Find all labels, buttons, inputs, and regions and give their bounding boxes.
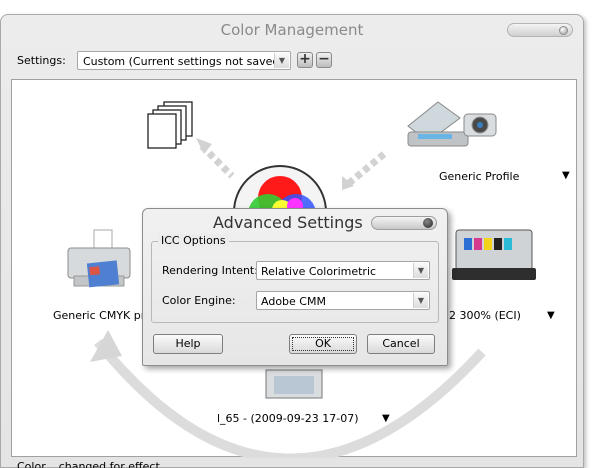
advanced-settings-dialog: Advanced Settings ICC Options Rendering … [142, 208, 448, 366]
rendering-intent-label: Rendering Intent: [162, 264, 258, 277]
rendering-intent-value: Relative Colorimetric [261, 265, 377, 278]
close-button[interactable] [507, 23, 573, 37]
monitor-icon[interactable] [265, 369, 323, 399]
close-icon [423, 218, 433, 228]
remove-preset-button[interactable]: − [316, 52, 332, 68]
settings-value: Custom (Current settings not saved) [83, 55, 284, 68]
close-icon [559, 26, 568, 35]
document-stack-icon[interactable] [147, 101, 193, 149]
proof-profile-dropdown[interactable]: ▼ [547, 310, 555, 321]
monitor-profile-dropdown[interactable]: ▼ [382, 413, 390, 424]
scanner-camera-icon[interactable] [407, 101, 497, 147]
settings-label: Settings: [17, 54, 66, 67]
group-title: ICC Options [158, 234, 229, 247]
monitor-profile-label: l_65 - (2009-09-23 17-07) [217, 412, 359, 425]
color-engine-dropdown[interactable]: Adobe CMM ▼ [256, 291, 430, 310]
ok-button[interactable]: OK [289, 334, 357, 354]
rendering-intent-dropdown[interactable]: Relative Colorimetric ▼ [256, 261, 430, 280]
status-text: Color... changed for effect [17, 460, 160, 468]
add-preset-button[interactable]: + [297, 52, 313, 68]
scanner-profile-dropdown[interactable]: ▼ [562, 170, 570, 181]
dialog-close-button[interactable] [371, 216, 437, 230]
window-title: Color Management [220, 21, 364, 39]
title-bar: Color Management [1, 15, 583, 43]
proof-printer-icon[interactable] [452, 229, 536, 280]
dialog-title: Advanced Settings [213, 213, 363, 232]
settings-dropdown[interactable]: Custom (Current settings not saved) ▼ [77, 51, 291, 70]
chevron-down-icon[interactable]: ▼ [274, 53, 289, 68]
icc-options-group: ICC Options Rendering Intent: Relative C… [151, 234, 439, 323]
color-engine-value: Adobe CMM [261, 295, 326, 308]
cancel-button[interactable]: Cancel [367, 334, 435, 354]
chevron-down-icon[interactable]: ▼ [413, 263, 428, 278]
scanner-profile-label: Generic Profile [439, 170, 520, 183]
printer-icon[interactable] [67, 229, 131, 288]
color-engine-label: Color Engine: [162, 294, 236, 307]
proof-profile-label: 2 300% (ECI) [449, 309, 521, 322]
help-button[interactable]: Help [153, 334, 223, 354]
chevron-down-icon[interactable]: ▼ [413, 293, 428, 308]
